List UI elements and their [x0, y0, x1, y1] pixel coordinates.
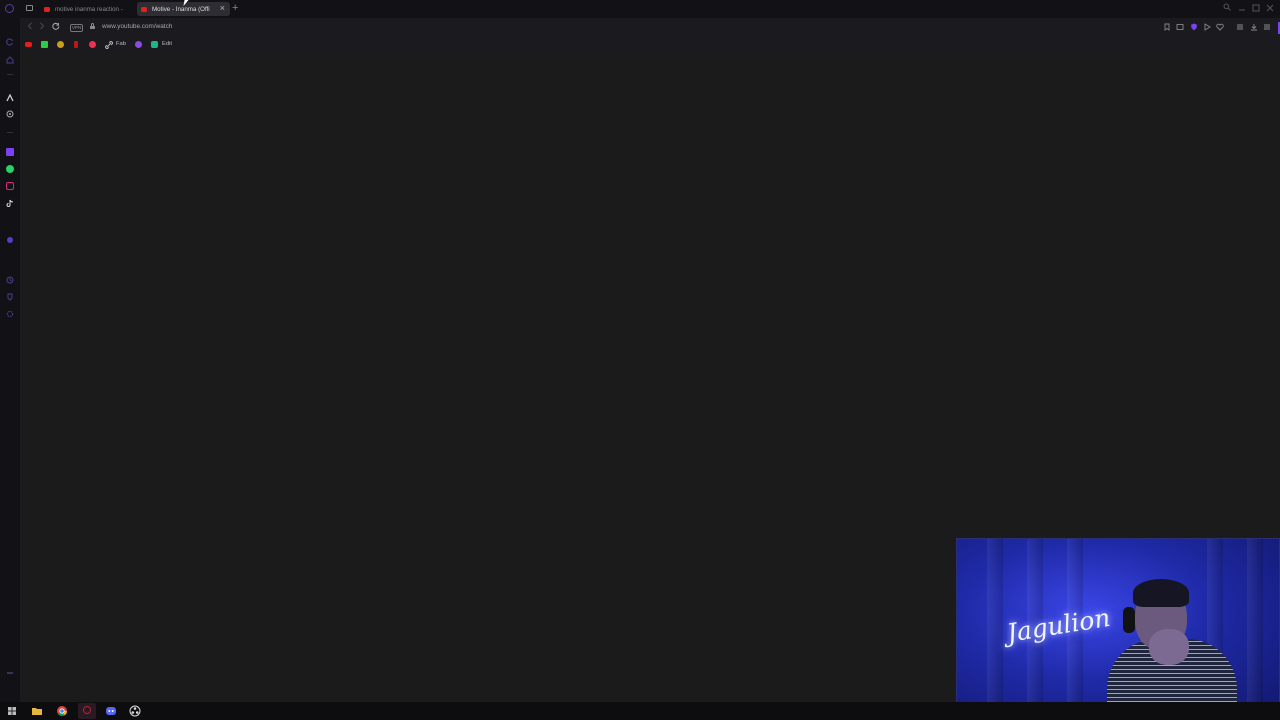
sidebar [0, 18, 20, 702]
sidebar-divider [7, 74, 13, 75]
minimize-icon[interactable] [1238, 4, 1246, 12]
whatsapp-icon[interactable] [6, 165, 14, 173]
bookmarks-bar: Fab Edit [20, 38, 1280, 52]
forward-icon[interactable] [38, 22, 46, 30]
green-x-bookmark-icon[interactable] [41, 41, 48, 48]
maximize-icon[interactable] [1252, 4, 1260, 12]
easy-setup-icon[interactable] [1236, 23, 1244, 31]
extension-icon[interactable] [7, 237, 13, 243]
opera-logo-icon[interactable] [5, 4, 14, 13]
play-icon[interactable] [1203, 23, 1211, 31]
address-bar[interactable]: www.youtube.com/watch [102, 23, 172, 30]
teal-bookmark-icon[interactable] [151, 41, 158, 48]
pink-bookmark-icon[interactable] [89, 41, 96, 48]
red-bookmark-icon[interactable] [74, 41, 78, 48]
purple-bookmark-icon[interactable] [135, 41, 142, 48]
curtain-fold [987, 539, 1003, 719]
streamer-hand [1149, 629, 1189, 665]
bookmark-edit[interactable]: Edit [162, 41, 172, 47]
instagram-icon[interactable] [6, 182, 14, 190]
snapshot-icon[interactable] [1176, 23, 1184, 31]
refresh-icon[interactable] [6, 38, 14, 46]
youtube-bookmark-icon[interactable] [25, 42, 32, 47]
history-icon[interactable] [6, 276, 14, 284]
neon-sign: Jagulion [1004, 602, 1113, 648]
taskbar [0, 702, 1280, 720]
aria-icon[interactable] [6, 94, 14, 102]
opera-gx-icon [83, 706, 91, 714]
sidebar-more-icon[interactable] [7, 672, 13, 674]
shield-icon[interactable] [1190, 23, 1198, 31]
curtain-fold [1247, 539, 1263, 719]
streamer-hair [1133, 579, 1189, 607]
settings-gear-icon[interactable] [6, 310, 14, 318]
pinboard-icon[interactable] [6, 293, 14, 301]
bookmark-icon[interactable] [1163, 23, 1171, 31]
tab-motive-inanma-reaction[interactable]: motive inanma reaction - [40, 2, 130, 16]
windows-start-icon[interactable] [6, 705, 18, 717]
obs-icon[interactable] [129, 705, 141, 717]
new-tab-button[interactable]: + [232, 2, 238, 14]
twitch-icon[interactable] [6, 148, 14, 156]
back-icon[interactable] [26, 22, 34, 30]
lock-icon[interactable] [90, 23, 95, 29]
sidebar-divider [7, 132, 13, 133]
tab-title: Motive - İnanma (Offi [152, 5, 210, 13]
link-icon[interactable] [105, 41, 113, 49]
webcam-overlay: Jagulion [956, 538, 1280, 720]
youtube-icon [141, 6, 147, 12]
headset [1123, 607, 1135, 633]
tiktok-icon[interactable] [6, 199, 14, 207]
bookmark-fab[interactable]: Fab [116, 41, 126, 47]
address-toolbar: VPN www.youtube.com/watch [20, 18, 1280, 38]
discord-icon[interactable] [105, 705, 117, 717]
tab-strip: motive inanma reaction - Motive - İnanma… [0, 0, 1280, 18]
heart-icon[interactable] [1216, 23, 1224, 31]
download-icon[interactable] [1250, 23, 1258, 31]
close-window-icon[interactable] [1266, 4, 1274, 12]
chrome-icon[interactable] [56, 705, 68, 717]
chatgpt-icon[interactable] [6, 110, 14, 118]
yellow-bookmark-icon[interactable] [57, 41, 64, 48]
tab-title: motive inanma reaction - [55, 5, 123, 13]
opera-taskbar-button[interactable] [78, 703, 96, 719]
menu-icon[interactable] [1263, 23, 1271, 31]
search-tabs-icon[interactable] [1223, 3, 1231, 11]
close-tab-icon[interactable]: × [220, 3, 225, 13]
file-explorer-icon[interactable] [31, 705, 43, 717]
home-icon[interactable] [6, 56, 14, 64]
youtube-icon [44, 6, 50, 12]
workspaces-icon[interactable] [26, 5, 33, 11]
vpn-badge[interactable]: VPN [70, 24, 84, 32]
reload-icon[interactable] [52, 22, 60, 30]
